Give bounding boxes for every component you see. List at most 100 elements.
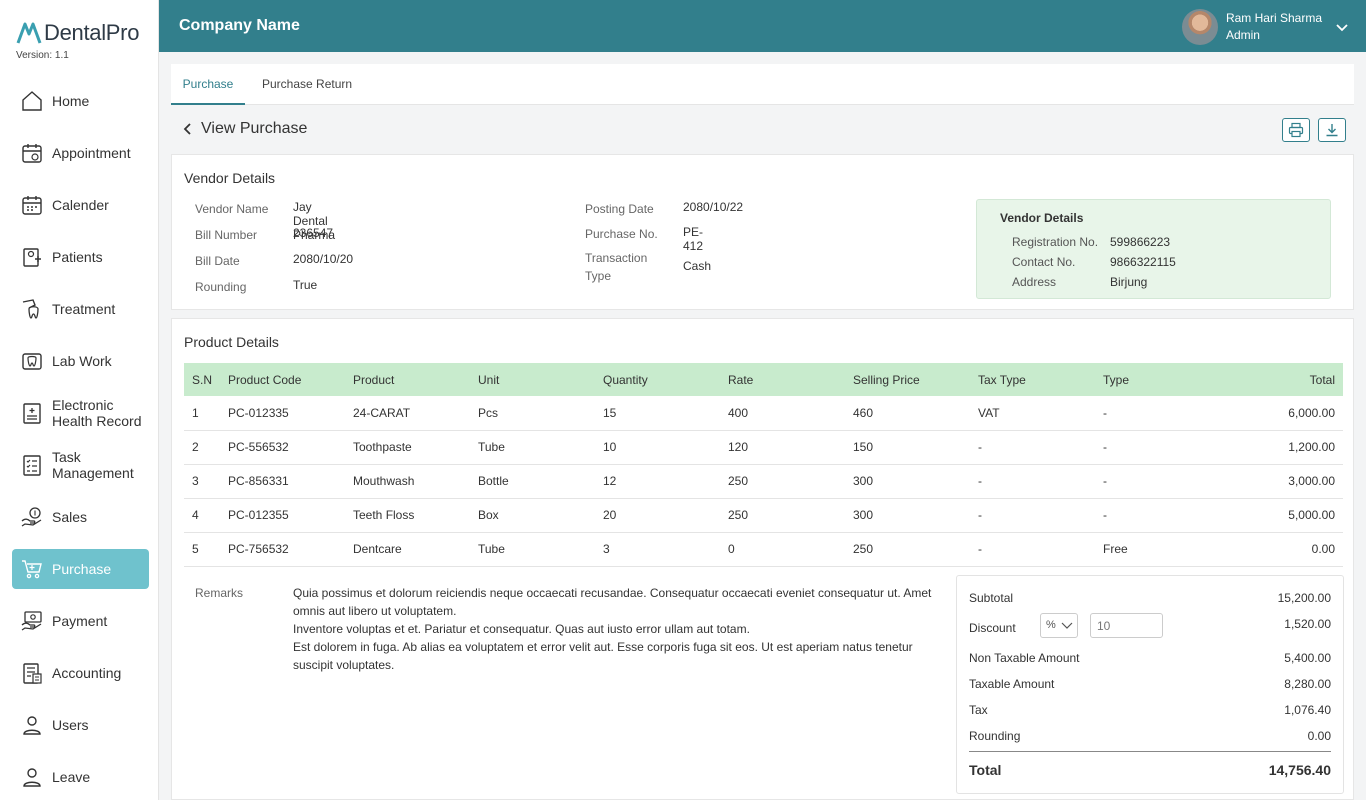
tab-purchase-return[interactable]: Purchase Return (262, 64, 352, 105)
sidebar-item-label: Calender (52, 197, 109, 213)
sidebar-item-electronic-health-record[interactable]: Electronic Health Record (12, 393, 149, 433)
chevron-down-icon (1061, 622, 1073, 629)
field-value: Birjung (1110, 275, 1148, 289)
table-cell: 1 (184, 396, 220, 431)
table-cell: PC-012355 (220, 498, 345, 533)
print-button[interactable] (1282, 118, 1310, 142)
table-cell: PC-012335 (220, 396, 345, 431)
field-label: Purchase No. (585, 227, 658, 241)
field-label: Posting Date (585, 202, 654, 216)
column-header: Selling Price (853, 372, 920, 387)
discount-type-value: % (1046, 619, 1056, 631)
table-cell: Tube (470, 532, 595, 567)
column-header: Type (1103, 372, 1130, 387)
leave-icon (23, 768, 41, 787)
table-cell: - (1095, 498, 1220, 533)
page-title: View Purchase (201, 120, 308, 137)
table-cell: - (970, 430, 1095, 465)
sidebar-item-task-management[interactable]: Task Management (12, 445, 149, 485)
sidebar-item-payment[interactable]: Payment (12, 601, 149, 641)
user-role: Admin (1225, 28, 1260, 42)
back-arrow-icon[interactable] (181, 122, 195, 136)
discount-input[interactable]: 10 (1090, 613, 1163, 638)
user-menu[interactable]: Ram Hari Sharma Admin (1181, 9, 1350, 45)
calendar-icon (22, 196, 42, 215)
chevron-down-icon[interactable] (1334, 19, 1350, 35)
table-cell: 250 (845, 532, 970, 567)
payment-icon (21, 611, 42, 631)
sidebar-item-home[interactable]: Home (12, 81, 149, 121)
table-cell: Free (1095, 532, 1220, 567)
table-cell: PC-856331 (220, 464, 345, 499)
table-cell: - (970, 464, 1095, 499)
table-cell: Bottle (470, 464, 595, 499)
summary-value: 8,280.00 (1284, 677, 1331, 691)
user-info: Ram Hari Sharma Admin (1226, 10, 1322, 44)
field-label: Registration No. (1012, 235, 1099, 249)
sidebar-item-users[interactable]: Users (12, 705, 149, 745)
table-cell: VAT (970, 396, 1095, 431)
field-value: True (293, 278, 318, 292)
table-cell: 0.00 (1220, 532, 1343, 567)
field-value: Cash (683, 259, 712, 273)
health-record-icon (23, 403, 41, 424)
vendor-section-title: Vendor Details (184, 170, 276, 186)
summary-value: 14,756.40 (1268, 762, 1331, 778)
sidebar-item-leave[interactable]: Leave (12, 757, 149, 797)
sidebar-item-calender[interactable]: Calender (12, 185, 149, 225)
table-cell: - (970, 498, 1095, 533)
field-value: PE-412 (683, 225, 704, 253)
product-details-card: Product Details S.N Product Code Product… (171, 318, 1354, 800)
table-cell: 3 (184, 464, 220, 499)
table-cell: - (1095, 430, 1220, 465)
user-name: Ram Hari Sharma (1225, 11, 1322, 25)
sidebar-item-label: Home (52, 93, 90, 109)
logo-mark-icon (16, 22, 42, 44)
download-button[interactable] (1318, 118, 1346, 142)
patients-icon (23, 248, 41, 267)
discount-type-select[interactable]: % (1040, 613, 1078, 638)
summary-label: Total (969, 762, 1002, 778)
table-cell: 5,000.00 (1220, 498, 1343, 533)
sidebar-nav: Home Appointment Calender Patients Treat… (12, 81, 149, 800)
tab-bar: Purchase Purchase Return (171, 64, 1354, 105)
field-value: 236547 (293, 226, 334, 240)
sidebar-item-label: Electronic Health Record (52, 397, 142, 429)
table-cell: 4 (184, 498, 220, 533)
summary-label: Taxable Amount (969, 677, 1055, 691)
table-cell: 400 (720, 396, 845, 431)
lab-work-icon (22, 353, 42, 370)
app-version: Version: 1.1 (16, 50, 69, 61)
appointment-icon (22, 144, 42, 163)
tab-purchase[interactable]: Purchase (171, 64, 245, 105)
field-label: Transaction Type (585, 251, 648, 283)
sidebar-item-lab-work[interactable]: Lab Work (12, 341, 149, 381)
sidebar-item-purchase[interactable]: Purchase (12, 549, 149, 589)
sidebar-item-treatment[interactable]: Treatment (12, 289, 149, 329)
vendor-info-box: Vendor Details Registration No. 59986622… (976, 199, 1331, 299)
sidebar: DentalPro Version: 1.1 Home Appointment … (0, 0, 159, 800)
table-row: 1 PC-012335 24-CARAT Pcs 15 400 460 VAT -6,000.0… (184, 396, 1343, 431)
field-label: Bill Date (195, 254, 240, 268)
page-title-bar: View Purchase (181, 120, 307, 138)
sidebar-item-sales[interactable]: Sales (12, 497, 149, 537)
sidebar-item-appointment[interactable]: Appointment (12, 133, 149, 173)
task-icon (23, 455, 41, 476)
users-icon (23, 716, 41, 735)
sidebar-item-patients[interactable]: Patients (12, 237, 149, 277)
table-cell: 24-CARAT (345, 396, 470, 431)
table-cell: - (1095, 464, 1220, 499)
table-cell: PC-556532 (220, 430, 345, 465)
table-cell: Pcs (470, 396, 595, 431)
avatar (1181, 9, 1218, 45)
logo: DentalPro (16, 20, 139, 46)
table-cell: 300 (845, 498, 970, 533)
column-header: Rate (728, 372, 754, 387)
sidebar-item-label: Task Management (52, 449, 134, 481)
home-icon (22, 91, 42, 111)
table-row: 5 PC-756532 Dentcare Tube 3 0 250- Free 0.00 (184, 532, 1343, 567)
top-header: Company Name Ram Hari Sharma Admin (159, 0, 1366, 52)
table-row: 2 PC-556532 Toothpaste Tube 10 120 150- -1,200.… (184, 430, 1343, 465)
sidebar-item-accounting[interactable]: Accounting (12, 653, 149, 693)
column-header: Product Code (228, 372, 302, 387)
